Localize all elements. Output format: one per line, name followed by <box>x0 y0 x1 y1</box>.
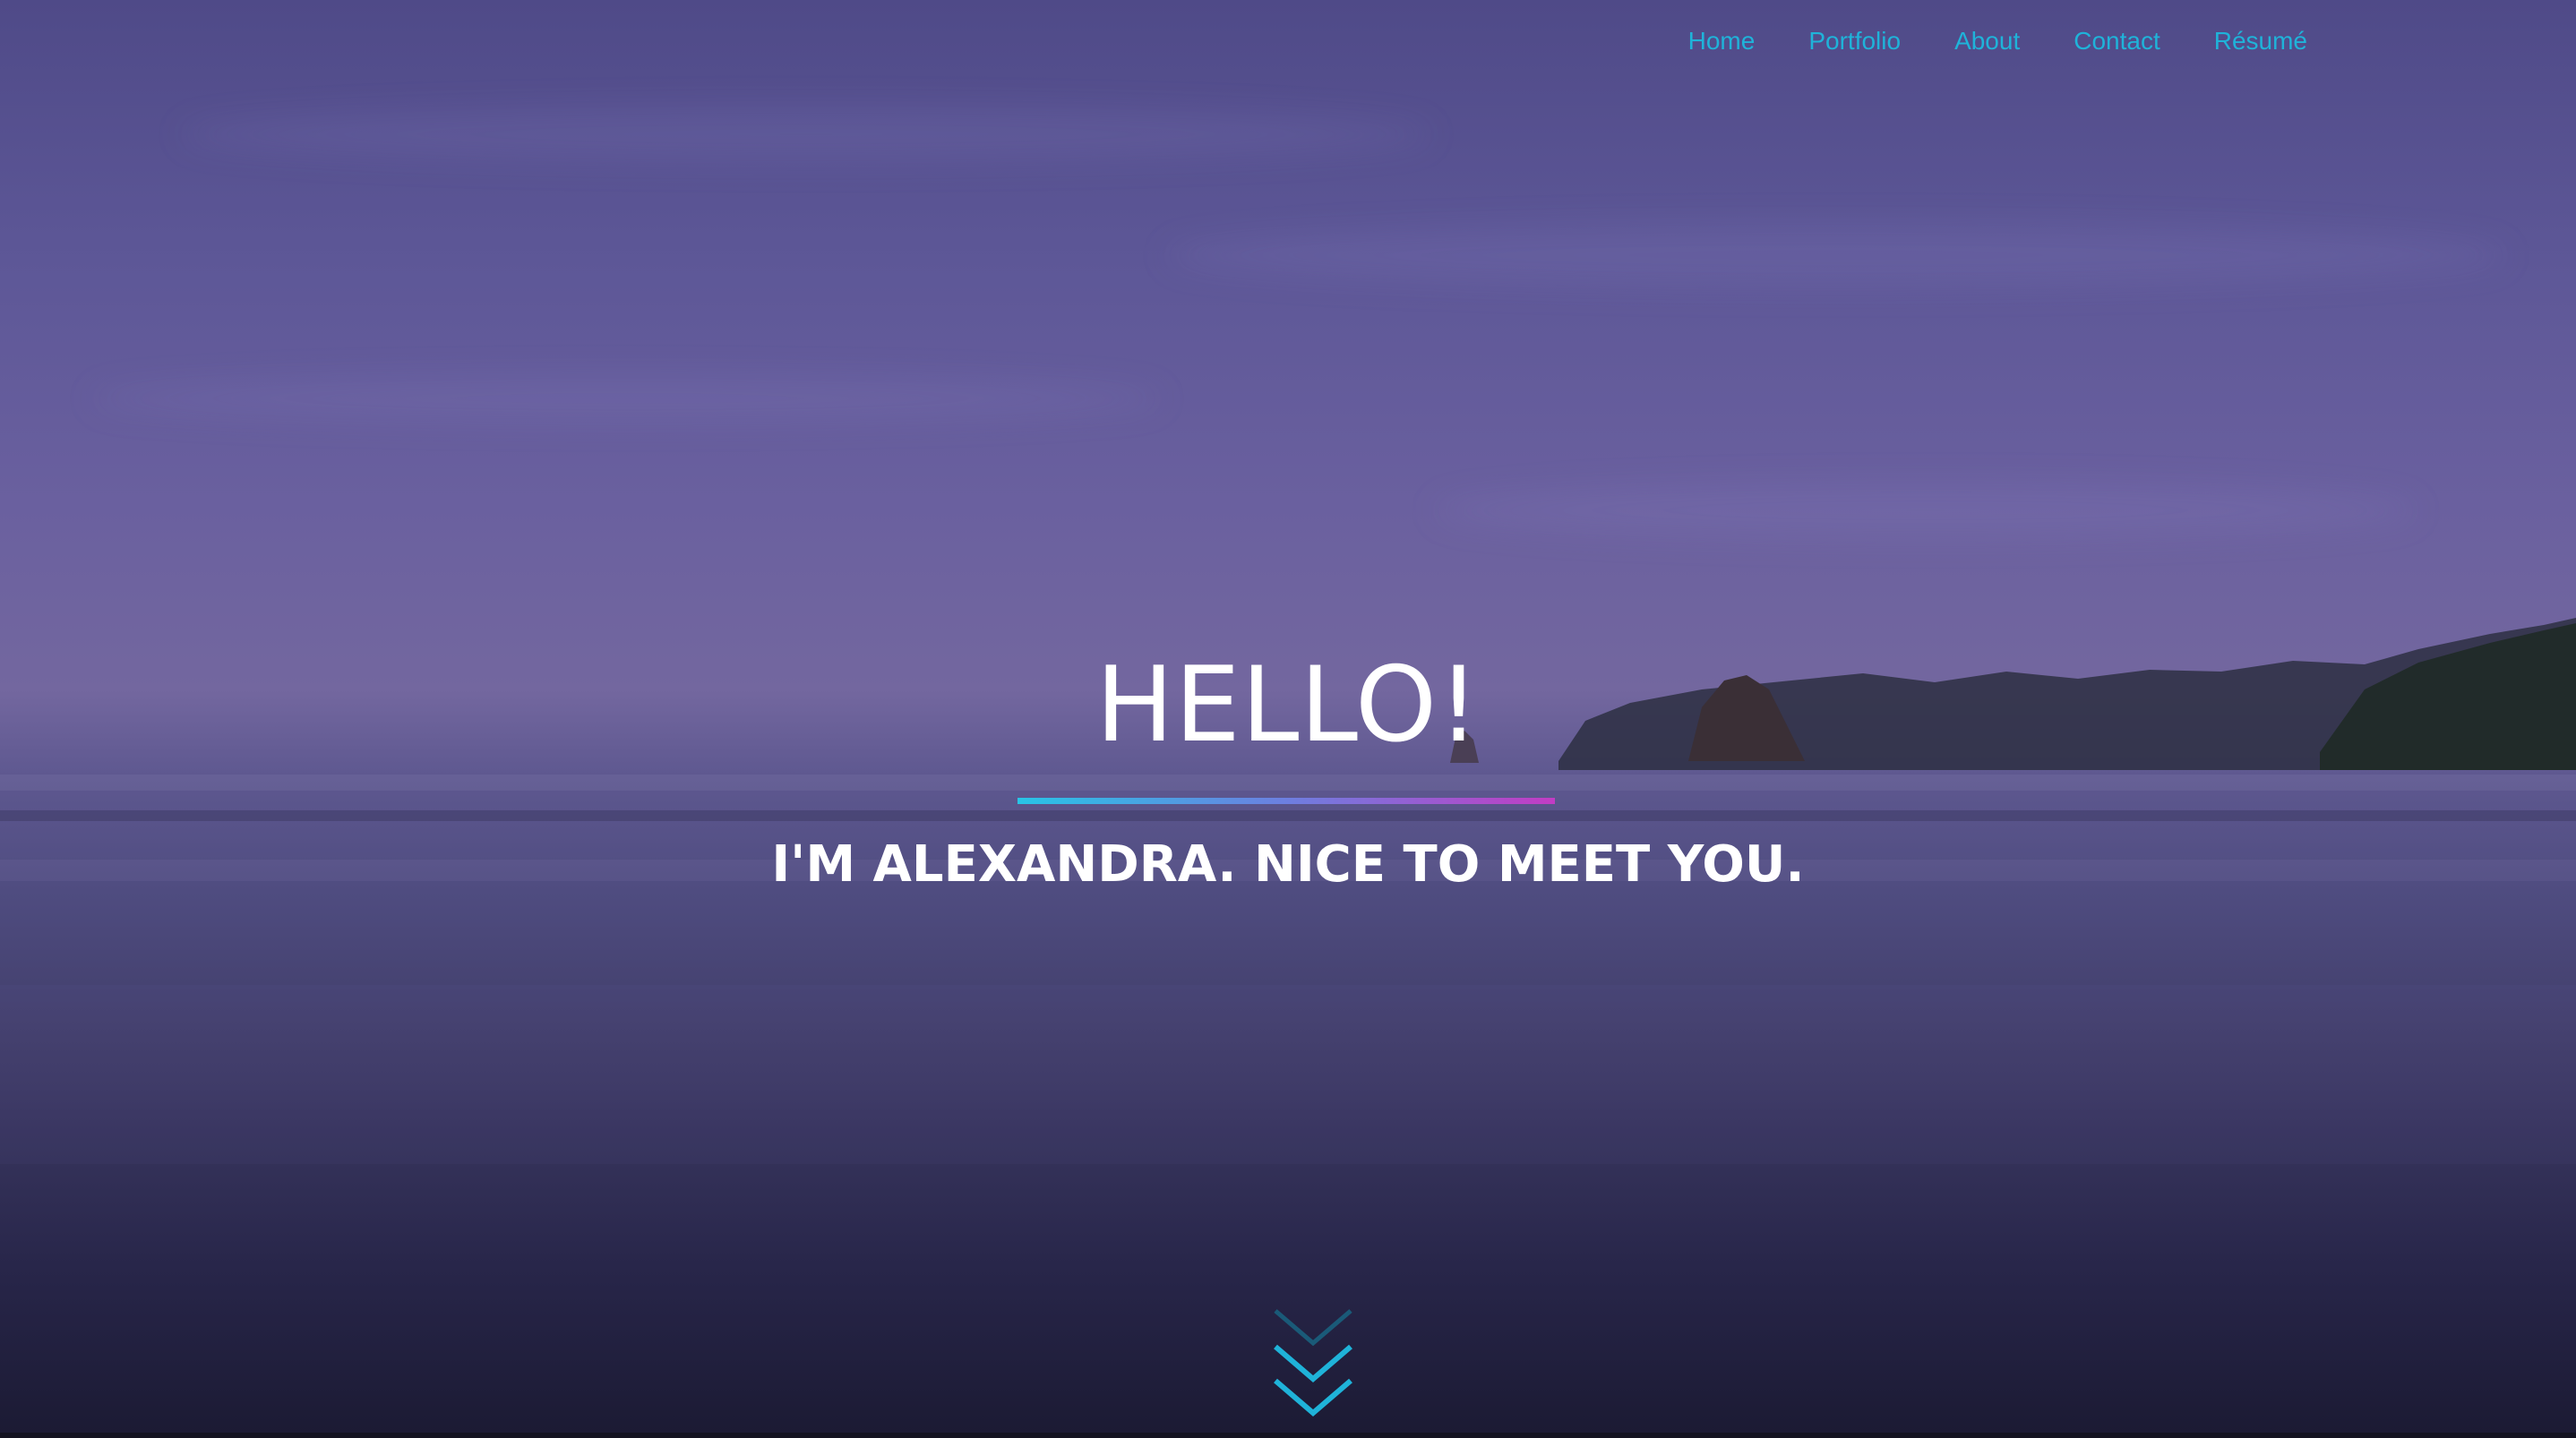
sky-cloud <box>179 107 1433 161</box>
nav-resume[interactable]: Résumé <box>2214 27 2307 56</box>
nav-home[interactable]: Home <box>1688 27 1756 56</box>
surf-band <box>0 810 2576 821</box>
nav-contact[interactable]: Contact <box>2074 27 2160 56</box>
page-bottom-edge <box>0 1433 2576 1438</box>
chevron-double-down-icon[interactable] <box>1270 1305 1356 1418</box>
wet-sand <box>0 985 2576 1164</box>
hero-section: Home Portfolio About Contact Résumé HELL… <box>0 0 2576 1438</box>
sky-cloud <box>1164 224 2508 287</box>
nav-about[interactable]: About <box>1954 27 2020 56</box>
sky-cloud <box>1433 484 2418 537</box>
surf-band <box>0 775 2576 791</box>
title-divider <box>1018 798 1555 804</box>
main-nav: Home Portfolio About Contact Résumé <box>1688 27 2307 56</box>
nav-portfolio[interactable]: Portfolio <box>1808 27 1901 56</box>
hero-title: HELLO! <box>1095 645 1481 766</box>
sky-cloud <box>90 376 1164 421</box>
hero-subtitle: I'M ALEXANDRA. NICE TO MEET YOU. <box>771 835 1805 894</box>
